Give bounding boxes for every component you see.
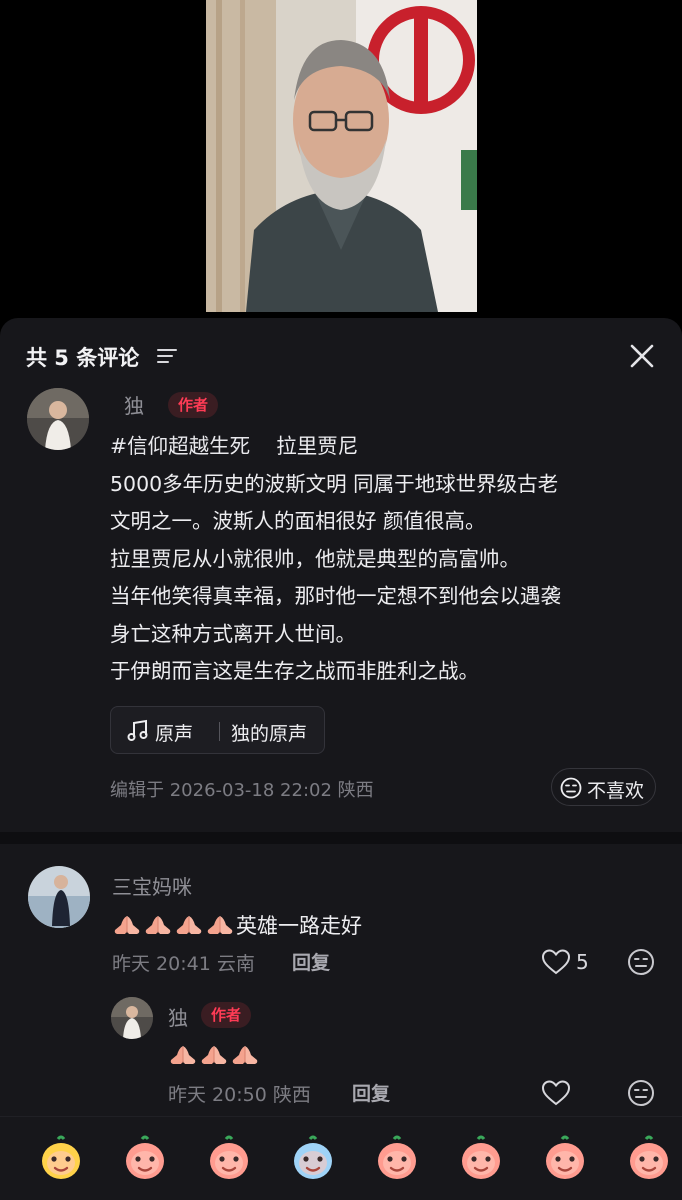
post-title-rest: 拉里贾尼 (276, 434, 359, 458)
video-preview[interactable] (206, 0, 477, 312)
dislike-face-icon[interactable] (627, 948, 655, 976)
tears-laugh-face-emoji-icon[interactable] (204, 1133, 254, 1183)
wink-face-emoji-icon[interactable] (372, 1133, 422, 1183)
comment-count-title: 共 5 条评论 (26, 346, 140, 370)
post-line: 文明之一。波斯人的面相很好 颜值很高。 (110, 509, 486, 533)
reply-button[interactable]: 回复 (292, 948, 330, 975)
praying-hands-icon (145, 916, 171, 934)
dislike-button[interactable]: 不喜欢 (551, 768, 656, 806)
reply-author-avatar[interactable] (111, 997, 153, 1039)
sob-face-emoji-icon[interactable] (624, 1133, 674, 1183)
comment-sheet: 共 5 条评论 独 作者 #信仰超越生死 拉里贾尼 5000多年历史的波斯文明 … (0, 318, 682, 1200)
neutral-face-icon (560, 777, 582, 799)
post-line: 5000多年历史的波斯文明 同属于地球世界级古老 (110, 471, 559, 496)
comment-text: 英雄一路走好 (112, 910, 362, 940)
commenter-avatar[interactable] (28, 866, 90, 928)
reply-time-location: 昨天 20:50 陕西 (168, 1084, 311, 1106)
praying-hands-emojis (112, 914, 236, 938)
praying-hands-icon (176, 916, 202, 934)
sheet-header: 共 5 条评论 (0, 318, 682, 394)
smile-face-emoji-icon[interactable] (36, 1133, 86, 1183)
blush-face-emoji-icon[interactable] (540, 1133, 590, 1183)
grimace-face-emoji-icon[interactable] (456, 1133, 506, 1183)
praying-hands-icon (170, 1046, 196, 1064)
author-avatar[interactable] (27, 388, 89, 450)
sound-name-label: 独的原声 (231, 723, 308, 745)
hashtag-link[interactable]: #信仰超越生死 (110, 434, 250, 458)
post-line: 于伊朗而言这是生存之战而非胜利之战。 (110, 659, 479, 683)
section-divider (0, 832, 682, 844)
dislike-label: 不喜欢 (587, 780, 645, 802)
praying-hands-icon (201, 1046, 227, 1064)
post-body: #信仰超越生死 拉里贾尼 5000多年历史的波斯文明 同属于地球世界级古老 文明… (110, 428, 650, 691)
praying-hands-emojis (168, 1044, 261, 1068)
post-line: 当年他笑得真幸福，那时他一定想不到他会以遇袭 (110, 584, 561, 608)
praying-hands-icon (232, 1046, 258, 1064)
commenter-name[interactable]: 三宝妈咪 (112, 871, 192, 900)
reply-author-name[interactable]: 独 (168, 1002, 188, 1031)
post-edited-meta: 编辑于 2026-03-18 22:02 陕西 (110, 780, 374, 801)
sort-filter-icon[interactable] (156, 345, 178, 367)
crying-face-emoji-icon[interactable] (288, 1133, 338, 1183)
post-line: 拉里贾尼从小就很帅，他就是典型的高富帅。 (110, 546, 520, 571)
praying-hands-icon (207, 916, 233, 934)
post-author-name[interactable]: 独 (124, 390, 144, 419)
comment-time-location: 昨天 20:41 云南 (112, 953, 255, 975)
shy-face-emoji-icon[interactable] (120, 1133, 170, 1183)
original-sound-chip[interactable]: 原声 独的原声 (110, 706, 325, 754)
praying-hands-icon (114, 916, 140, 934)
author-badge: 作者 (168, 392, 219, 418)
reply-button[interactable]: 回复 (352, 1079, 390, 1106)
comment-text-body: 英雄一路走好 (236, 914, 362, 938)
close-icon[interactable] (626, 340, 658, 372)
post-line: 身亡这种方式离开人世间。 (110, 621, 356, 646)
heart-icon[interactable] (541, 948, 571, 976)
reply-text (168, 1042, 261, 1068)
music-note-icon (127, 719, 148, 741)
like-count: 5 (576, 950, 589, 974)
emoji-quick-bar (0, 1116, 682, 1200)
sound-separator (219, 722, 220, 741)
heart-icon[interactable] (541, 1079, 571, 1107)
sound-type-label: 原声 (155, 723, 194, 745)
reply-author-badge: 作者 (201, 1002, 252, 1028)
video-thumbnail-image (206, 0, 477, 312)
dislike-face-icon[interactable] (627, 1079, 655, 1107)
